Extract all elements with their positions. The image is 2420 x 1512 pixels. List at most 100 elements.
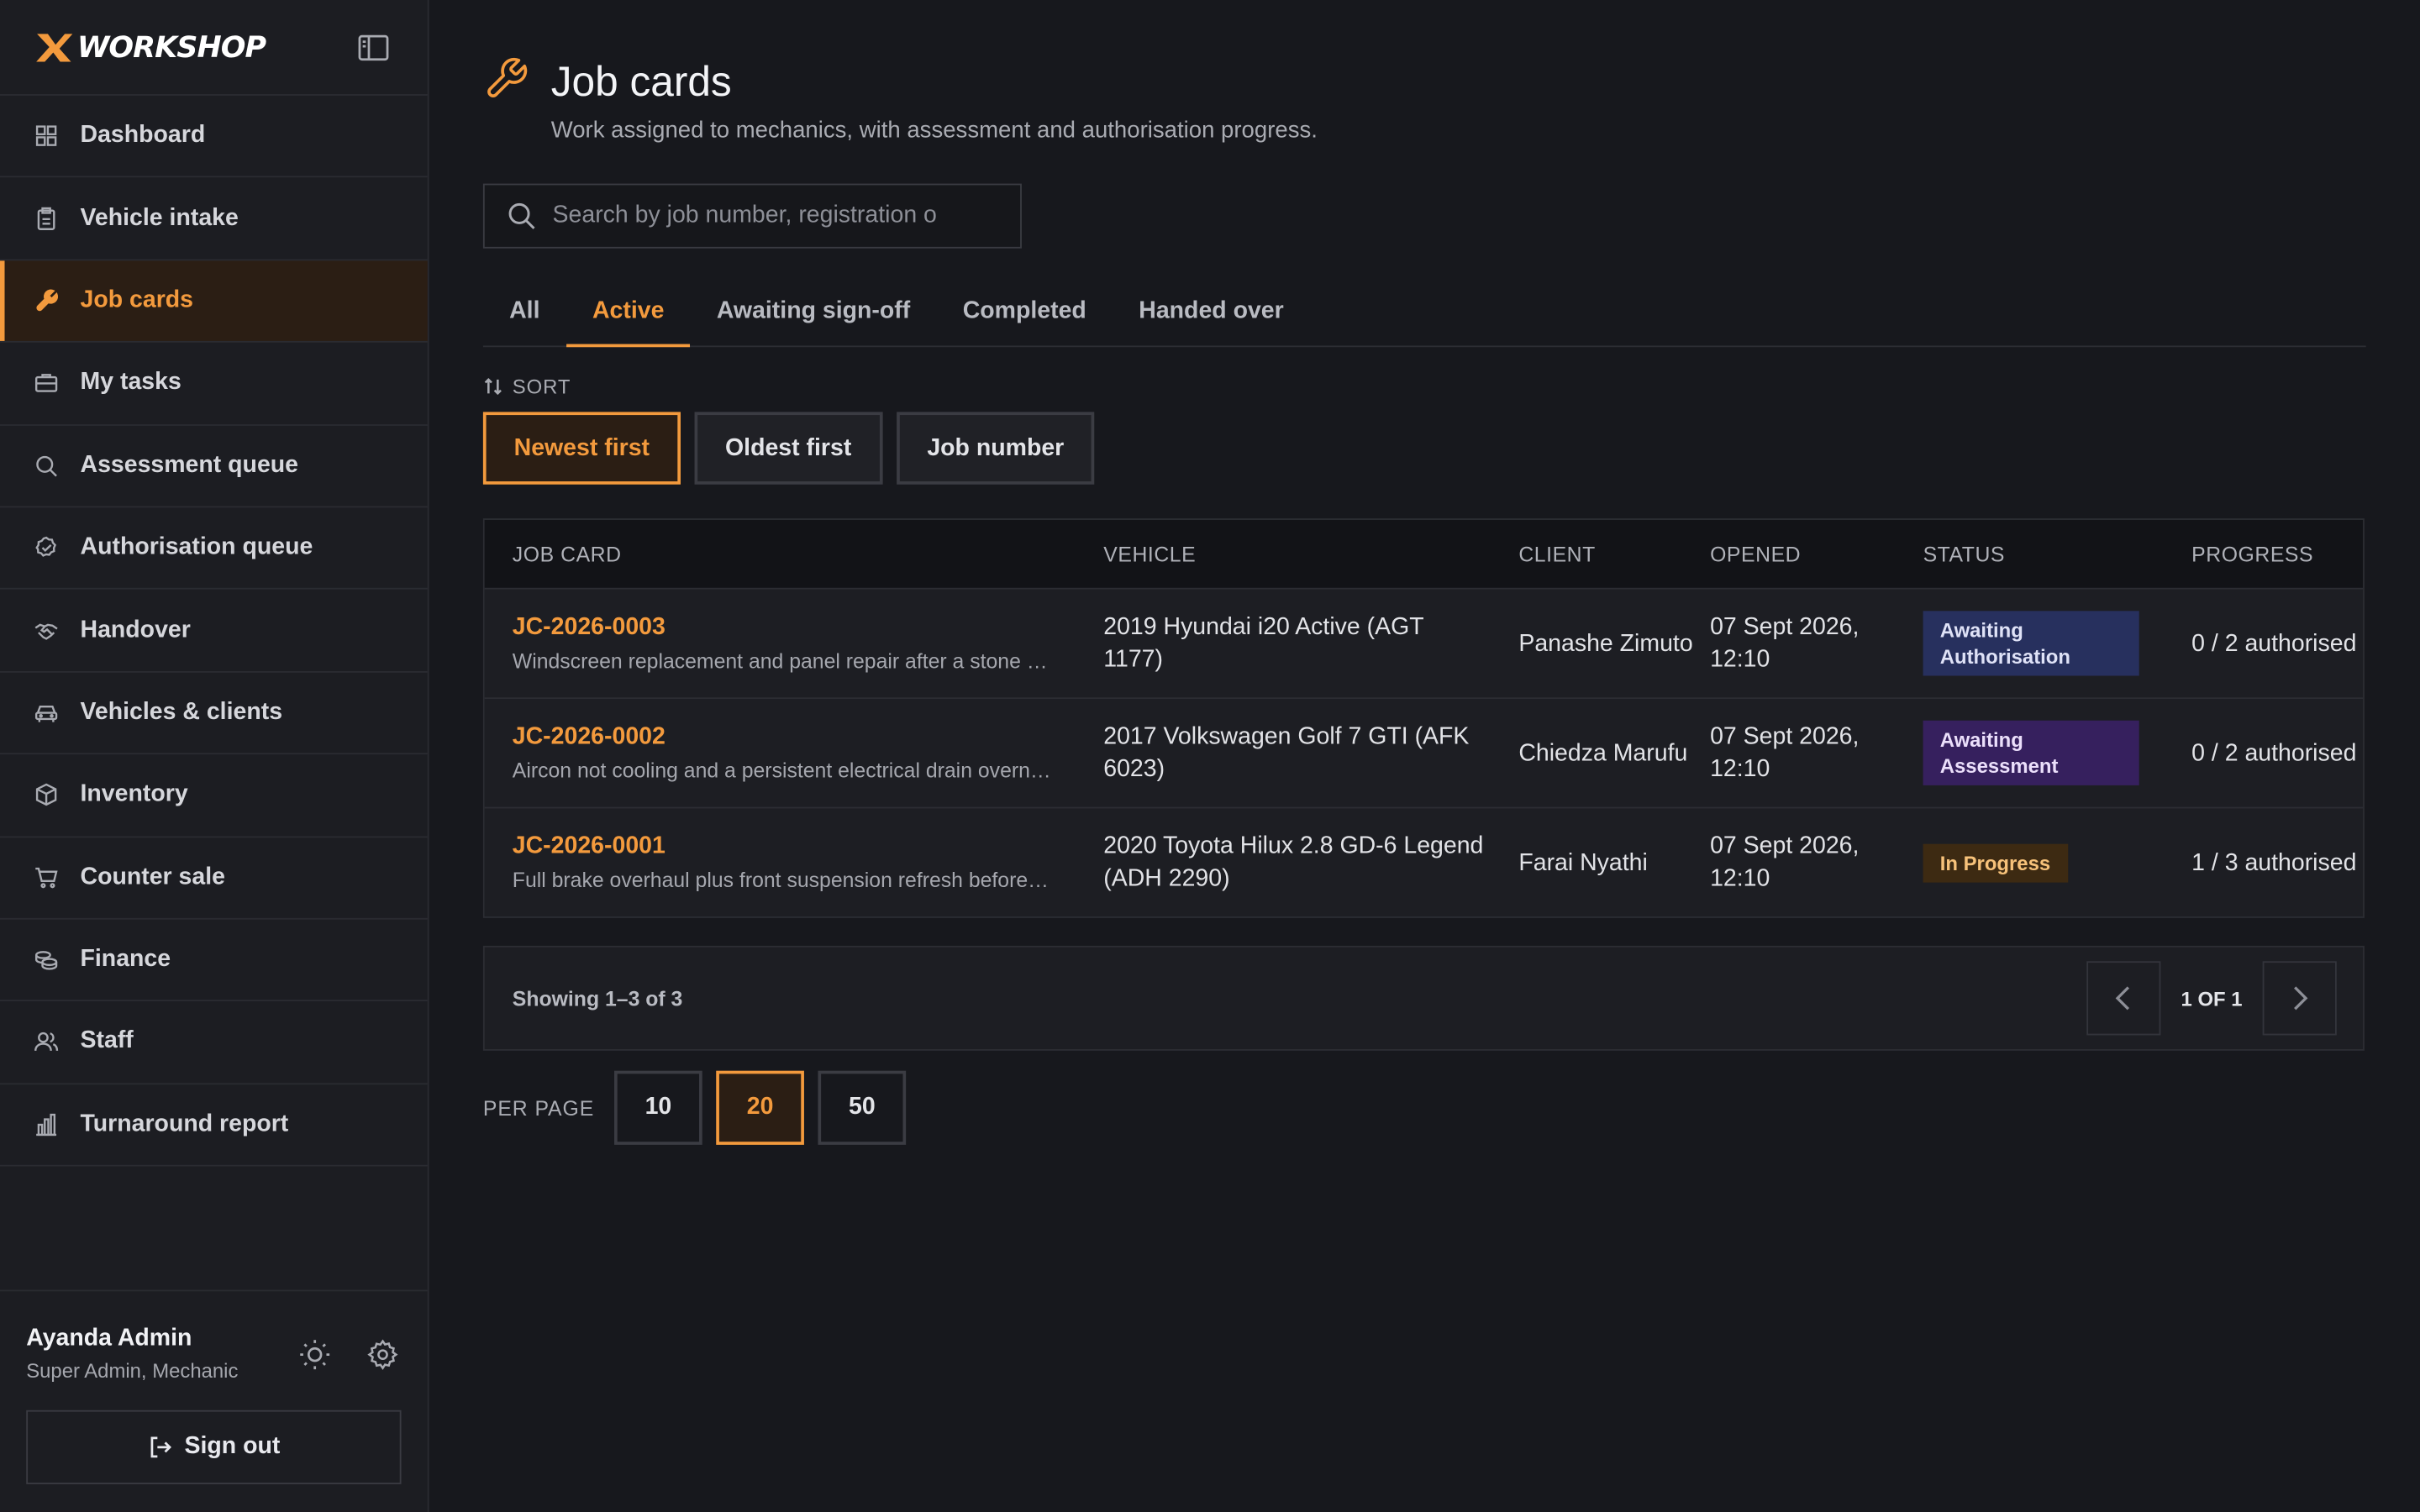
page-indicator: 1 OF 1 <box>2181 986 2243 1011</box>
user-role: Super Admin, Mechanic <box>26 1359 239 1383</box>
tab-all[interactable]: All <box>483 278 566 346</box>
tab-active[interactable]: Active <box>566 278 691 348</box>
showing-count: Showing 1–3 of 3 <box>512 986 683 1011</box>
cart-icon <box>34 865 58 890</box>
sign-out-button[interactable]: Sign out <box>26 1410 402 1484</box>
sidebar-item-assessment-queue[interactable]: Assessment queue <box>0 425 428 508</box>
sort-newest-first-button[interactable]: Newest first <box>482 412 681 485</box>
col-client[interactable]: CLIENT <box>1518 543 1710 566</box>
logo-x-icon <box>36 33 73 61</box>
job-description: Full brake overhaul plus front suspensio… <box>512 869 1053 892</box>
job-number-link[interactable]: JC-2026-0002 <box>513 723 1103 751</box>
progress-cell: 0 / 2 authorised <box>2191 739 2357 766</box>
tab-completed[interactable]: Completed <box>936 278 1113 346</box>
search-icon <box>508 202 535 229</box>
coins-icon <box>34 948 58 972</box>
wrench-icon <box>34 288 59 312</box>
sidebar-item-handover[interactable]: Handover <box>0 590 428 673</box>
job-number-link[interactable]: JC-2026-0001 <box>513 833 1103 861</box>
per-page-selector: PER PAGE 10 20 50 <box>483 1070 2366 1145</box>
sidebar-item-vehicles-clients[interactable]: Vehicles & clients <box>0 672 428 755</box>
briefcase-icon <box>34 370 58 395</box>
wrench-icon <box>487 57 528 97</box>
sort-job-number-button[interactable]: Job number <box>896 412 1095 485</box>
per-page-20-button[interactable]: 20 <box>716 1070 804 1145</box>
sidebar-item-label: Counter sale <box>80 864 225 890</box>
sidebar-item-label: Authorisation queue <box>80 533 313 560</box>
page-subtitle: Work assigned to mechanics, with assessm… <box>550 117 1318 144</box>
col-job-card[interactable]: JOB CARD <box>485 543 1104 566</box>
sidebar-item-label: Handover <box>80 616 191 643</box>
sidebar-item-label: Job cards <box>80 286 194 313</box>
table-row[interactable]: JC-2026-0003 Windscreen replacement and p… <box>484 587 2364 698</box>
tab-handed-over[interactable]: Handed over <box>1113 278 1310 346</box>
logo[interactable]: WORKSHOP <box>34 30 266 64</box>
sidebar-item-label: Turnaround report <box>80 1110 289 1137</box>
prev-page-button[interactable] <box>2086 961 2161 1036</box>
sidebar-item-job-cards[interactable]: Job cards <box>0 260 428 344</box>
job-description: Windscreen replacement and panel repair … <box>512 649 1053 673</box>
sort-label-text: SORT <box>512 375 571 398</box>
next-page-button[interactable] <box>2262 961 2337 1036</box>
sidebar-item-dashboard[interactable]: Dashboard <box>0 96 428 178</box>
search-icon <box>34 454 58 478</box>
theme-toggle-button[interactable] <box>297 1336 334 1373</box>
sidebar-panel-icon <box>358 34 389 60</box>
col-status[interactable]: STATUS <box>1923 543 2192 566</box>
page-title: Job cards <box>550 58 732 105</box>
vehicle-cell: 2019 Hyundai i20 Active (AGT 1177) <box>1103 614 1424 673</box>
search-box[interactable] <box>482 183 1022 249</box>
table-row[interactable]: JC-2026-0001 Full brake overhaul plus fro… <box>484 806 2364 917</box>
sidebar-item-label: Assessment queue <box>80 451 299 478</box>
chevron-left-icon <box>2115 986 2130 1011</box>
settings-button[interactable] <box>364 1336 401 1373</box>
sidebar-item-label: Staff <box>80 1028 134 1055</box>
per-page-50-button[interactable]: 50 <box>818 1070 907 1145</box>
sidebar-item-inventory[interactable]: Inventory <box>0 754 428 837</box>
user-name: Ayanda Admin <box>26 1325 192 1352</box>
sign-out-icon <box>150 1436 171 1458</box>
sidebar-item-finance[interactable]: Finance <box>0 920 428 1002</box>
sidebar-item-label: Inventory <box>80 780 188 808</box>
users-icon <box>34 1030 59 1054</box>
col-vehicle[interactable]: VEHICLE <box>1103 543 1518 566</box>
job-number-link[interactable]: JC-2026-0003 <box>513 614 1103 642</box>
sidebar-item-my-tasks[interactable]: My tasks <box>0 343 428 426</box>
grid-icon <box>34 123 58 148</box>
per-page-10-button[interactable]: 10 <box>614 1070 702 1145</box>
table-row[interactable]: JC-2026-0002 Aircon not cooling and a per… <box>484 697 2364 807</box>
sidebar-toggle-button[interactable] <box>356 30 390 64</box>
sidebar-item-authorisation-queue[interactable]: Authorisation queue <box>0 507 428 591</box>
pagination-bar: Showing 1–3 of 3 1 OF 1 <box>482 945 2365 1051</box>
status-badge: Awaiting Assessment <box>1923 720 2139 785</box>
sidebar-item-label: Vehicles & clients <box>80 698 283 726</box>
tab-awaiting-sign-off[interactable]: Awaiting sign-off <box>691 278 937 346</box>
check-badge-icon <box>34 536 58 560</box>
sort-arrows-icon <box>484 378 502 396</box>
brand-name: WORKSHOP <box>76 29 266 65</box>
brand-bar: WORKSHOP <box>0 0 428 96</box>
sidebar-item-staff[interactable]: Staff <box>0 1002 428 1084</box>
sidebar-item-label: My tasks <box>80 369 182 396</box>
sidebar-item-turnaround-report[interactable]: Turnaround report <box>0 1084 428 1167</box>
sun-icon <box>300 1339 330 1369</box>
sort-oldest-first-button[interactable]: Oldest first <box>694 412 883 485</box>
col-progress[interactable]: PROGRESS <box>2191 543 2363 566</box>
col-opened[interactable]: OPENED <box>1710 543 1923 566</box>
job-description: Aircon not cooling and a persistent elec… <box>512 759 1053 783</box>
table-header: JOB CARD VEHICLE CLIENT OPENED STATUS PR… <box>484 519 2364 588</box>
chevron-right-icon <box>2294 986 2308 1011</box>
sidebar-item-vehicle-intake[interactable]: Vehicle intake <box>0 178 428 261</box>
search-input[interactable] <box>552 202 955 230</box>
sidebar-item-label: Finance <box>80 946 171 973</box>
progress-cell: 0 / 2 authorised <box>2191 630 2357 657</box>
vehicle-cell: 2020 Toyota Hilux 2.8 GD-6 Legend (ADH 2… <box>1103 832 1484 892</box>
sidebar-item-counter-sale[interactable]: Counter sale <box>0 837 428 920</box>
handshake-icon <box>34 618 58 643</box>
client-cell: Panashe Zimuto <box>1518 630 1693 657</box>
car-icon <box>34 701 58 725</box>
opened-cell: 07 Sept 2026, 12:10 <box>1710 832 1860 892</box>
vehicle-cell: 2017 Volkswagen Golf 7 GTI (AFK 6023) <box>1103 723 1470 783</box>
job-cards-table: JOB CARD VEHICLE CLIENT OPENED STATUS PR… <box>482 518 2365 918</box>
main-content: Job cards Work assigned to mechanics, wi… <box>429 0 2420 1512</box>
